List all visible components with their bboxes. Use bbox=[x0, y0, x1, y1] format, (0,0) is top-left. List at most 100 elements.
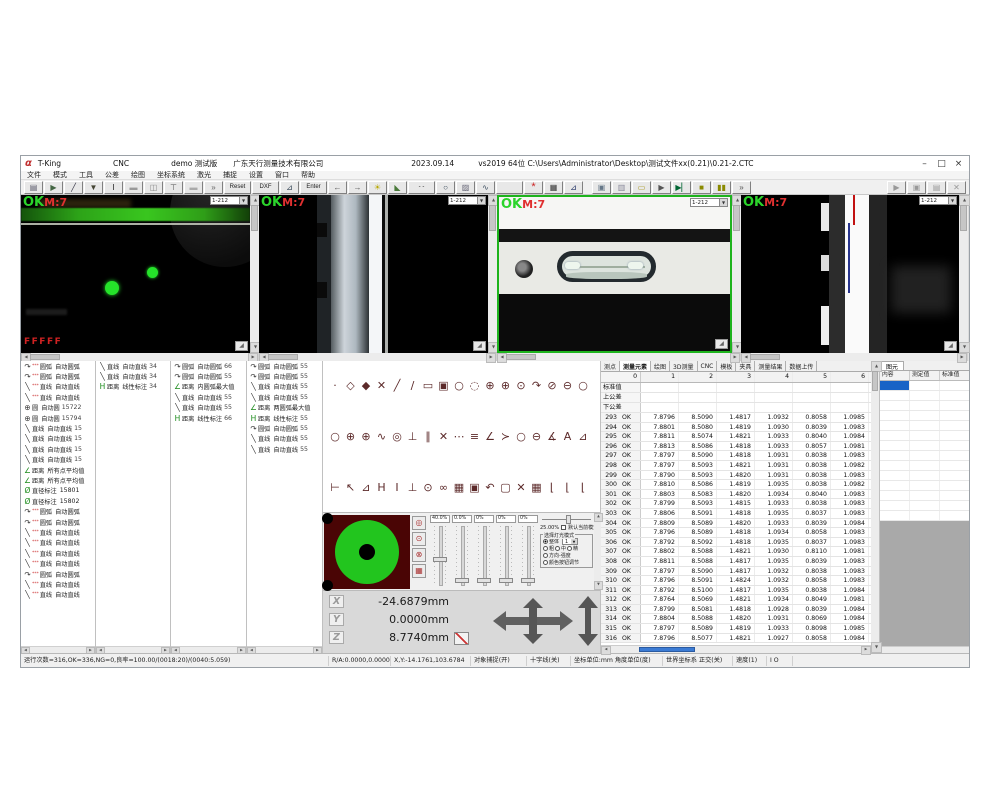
toolbar-button-play-to-end[interactable]: ▶▏ bbox=[672, 181, 691, 194]
table-tab-8[interactable]: 测量结果 bbox=[755, 361, 786, 371]
toolbar-button-chart[interactable]: ⊿ bbox=[564, 181, 583, 194]
measure-list-item[interactable]: ⊕圆自动圆15794 bbox=[21, 413, 95, 423]
measure-list-item[interactable]: ╲***直线自动直线 bbox=[21, 558, 95, 568]
light-panel-scrollbar[interactable] bbox=[594, 513, 601, 590]
toolbar-button-probe[interactable]: ▼ bbox=[84, 181, 103, 194]
table-tab-4[interactable]: 3D测量 bbox=[670, 361, 697, 371]
measure-list-item[interactable]: ╲直线自动直线34 bbox=[96, 371, 170, 381]
camera1-scrollbar[interactable] bbox=[250, 195, 259, 353]
table-special-row[interactable]: 下公差 bbox=[601, 403, 871, 413]
light-slider-1[interactable]: 40.0% bbox=[430, 515, 450, 590]
tool-icon-1-16[interactable]: ⊖ bbox=[562, 379, 574, 392]
light-slider-3[interactable]: 0% bbox=[474, 515, 494, 590]
tool-icon-3-9[interactable]: ▦ bbox=[453, 481, 465, 494]
light-mode-button-4[interactable]: ▦ bbox=[412, 564, 426, 578]
light-mode-button-1[interactable]: ◎ bbox=[412, 516, 426, 530]
table-row[interactable]: 307OK7.88028.50881.48211.09300.81101.098… bbox=[601, 547, 871, 557]
chevron-down-icon[interactable]: ▼ bbox=[948, 197, 956, 204]
toolbar-button-light-bulb[interactable]: ☀ bbox=[368, 181, 387, 194]
table-vscrollbar[interactable] bbox=[871, 361, 879, 653]
tool-icon-1-15[interactable]: ⊘ bbox=[546, 379, 558, 392]
menu-item-8[interactable]: 捕捉 bbox=[223, 170, 237, 180]
camera-corner-button[interactable]: ◢ bbox=[715, 339, 728, 349]
toolbar-button-step[interactable]: » bbox=[204, 181, 223, 194]
table-row[interactable]: 310OK7.87968.50911.48241.09320.80581.098… bbox=[601, 576, 871, 586]
tool-icon-2-8[interactable]: ✕ bbox=[438, 430, 450, 443]
tool-icon-2-10[interactable]: ≡ bbox=[469, 430, 481, 443]
tool-icon-3-11[interactable]: ↶ bbox=[484, 481, 496, 494]
measure-list-item[interactable]: ⊕圆自动圆15722 bbox=[21, 403, 95, 413]
measure-list-item[interactable]: ↷圆弧自动圆弧66 bbox=[171, 361, 246, 371]
menu-item-6[interactable]: 坐标系统 bbox=[157, 170, 185, 180]
table-special-row[interactable]: 上公差 bbox=[601, 393, 871, 403]
toolbar-button-gray-b[interactable]: ▬ bbox=[184, 181, 203, 194]
toolbar-button-play-secondary[interactable]: ▶ bbox=[887, 181, 906, 194]
table-row[interactable]: 301OK7.88038.50831.48201.09340.80401.098… bbox=[601, 490, 871, 500]
camera-corner-button[interactable]: ◢ bbox=[473, 341, 486, 351]
measure-list-item[interactable]: ╲直线自动直线55 bbox=[247, 434, 322, 444]
camera-range-dropdown[interactable]: 1-212▼ bbox=[448, 196, 486, 205]
chevron-down-icon[interactable]: ▼ bbox=[239, 197, 247, 204]
toolbar-button-camera-image[interactable]: ▶ bbox=[44, 181, 63, 194]
table-row[interactable]: 306OK7.87928.50921.48181.09350.80371.098… bbox=[601, 538, 871, 548]
tool-icon-2-14[interactable]: ⊖ bbox=[531, 430, 543, 443]
tool-icon-1-7[interactable]: ▭ bbox=[422, 379, 434, 392]
toolbar-button-capture[interactable]: ▤ bbox=[24, 181, 43, 194]
measure-list-item[interactable]: ╲直线自动直线15 bbox=[21, 423, 95, 433]
element-table-row[interactable] bbox=[880, 501, 969, 511]
toolbar-button-gray-a[interactable]: ▬ bbox=[124, 181, 143, 194]
table-row[interactable]: 312OK7.87648.50691.48211.09340.80491.098… bbox=[601, 595, 871, 605]
table-row[interactable]: 316OK7.87968.50771.48211.09270.80581.098… bbox=[601, 634, 871, 644]
table-row[interactable]: 305OK7.87968.50891.48181.09340.80581.098… bbox=[601, 528, 871, 538]
camera4-hscrollbar[interactable] bbox=[741, 353, 968, 361]
toolbar-button-save-secondary[interactable]: ▣ bbox=[907, 181, 926, 194]
camera2-scrollbar[interactable] bbox=[488, 195, 497, 353]
radio-mid[interactable] bbox=[555, 546, 560, 551]
camera-view-3-selected[interactable]: OKM:7 1-212▼ ◢ bbox=[497, 195, 732, 353]
table-row[interactable]: 294OK7.88018.50801.48191.09300.80391.098… bbox=[601, 423, 871, 433]
tool-icon-3-13[interactable]: ✕ bbox=[515, 481, 527, 494]
table-row[interactable]: 311OK7.87928.51001.48171.09350.80381.098… bbox=[601, 586, 871, 596]
tool-icon-3-7[interactable]: ⊙ bbox=[422, 481, 434, 494]
toolbar-button-copy-sheets[interactable]: ▥ bbox=[612, 181, 631, 194]
element-table-row[interactable] bbox=[880, 381, 969, 391]
measure-list-item[interactable]: Ø直径标注15801 bbox=[21, 486, 95, 496]
toolbar-button-enter[interactable]: Enter bbox=[300, 181, 327, 194]
toolbar-button-stop[interactable]: ■ bbox=[692, 181, 711, 194]
z-axis-icon[interactable]: Z bbox=[329, 631, 344, 644]
menu-item-5[interactable]: 绘图 bbox=[131, 170, 145, 180]
tool-icon-3-6[interactable]: ⊥ bbox=[407, 481, 419, 494]
table-row[interactable]: 298OK7.87978.50931.48211.09310.80381.098… bbox=[601, 461, 871, 471]
tool-icon-3-15[interactable]: ⌊ bbox=[546, 481, 558, 494]
toolbar-button-pin[interactable]: ⊤ bbox=[164, 181, 183, 194]
table-tab-5[interactable]: CNC bbox=[698, 361, 718, 371]
toolbar-button-arrow-right[interactable]: → bbox=[348, 181, 367, 194]
radio-all[interactable] bbox=[543, 539, 548, 544]
tool-icon-1-13[interactable]: ⊙ bbox=[515, 379, 527, 392]
radio-high[interactable] bbox=[567, 546, 572, 551]
measure-list-item[interactable]: ╲直线自动直线15 bbox=[21, 444, 95, 454]
measure-list-item[interactable]: ╲直线自动直线55 bbox=[247, 392, 322, 402]
tool-icon-3-17[interactable]: ⌊ bbox=[577, 481, 589, 494]
table-row[interactable]: 313OK7.87998.50811.48181.09280.80391.098… bbox=[601, 605, 871, 615]
element-table-row[interactable] bbox=[880, 421, 969, 431]
maximize-button[interactable]: □ bbox=[933, 159, 950, 169]
table-tab-2[interactable]: 测量元素 bbox=[620, 361, 651, 371]
radio-color[interactable] bbox=[543, 560, 548, 565]
element-table-row[interactable] bbox=[880, 401, 969, 411]
toolbar-button-scene[interactable]: ◣ bbox=[388, 181, 407, 194]
element-table-row[interactable] bbox=[880, 441, 969, 451]
tool-icon-2-11[interactable]: ∠ bbox=[484, 430, 496, 443]
tool-icon-2-17[interactable]: ⊿ bbox=[577, 430, 589, 443]
detail-hscrollbar[interactable] bbox=[880, 646, 969, 653]
tool-icon-3-14[interactable]: ▦ bbox=[531, 481, 543, 494]
menu-item-10[interactable]: 窗口 bbox=[275, 170, 289, 180]
table-special-row[interactable]: 标准值 bbox=[601, 383, 871, 393]
element-table-row[interactable] bbox=[880, 451, 969, 461]
tool-icon-1-2[interactable]: ◇ bbox=[345, 379, 357, 392]
toolbar-button-wave[interactable]: ∿ bbox=[476, 181, 495, 194]
radio-direction[interactable] bbox=[543, 553, 548, 558]
table-row[interactable]: 295OK7.88118.50741.48211.09330.80401.098… bbox=[601, 432, 871, 442]
master-light-slider[interactable] bbox=[540, 515, 593, 524]
camera3-scrollbar[interactable] bbox=[732, 195, 741, 353]
